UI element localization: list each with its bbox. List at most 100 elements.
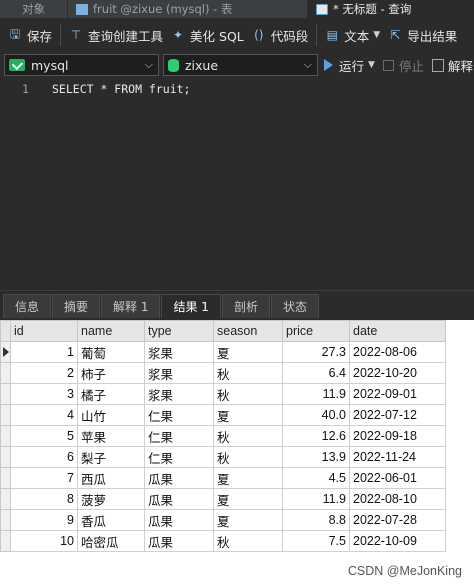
table-row[interactable]: 4 山竹 仁果夏 40.0 2022-07-12 bbox=[0, 404, 446, 426]
cell-season[interactable]: 秋 bbox=[213, 446, 283, 468]
column-header-date[interactable]: date bbox=[349, 320, 446, 342]
table-row[interactable]: 3 橘子 浆果秋 11.9 2022-09-01 bbox=[0, 383, 446, 405]
cell-price[interactable]: 13.9 bbox=[282, 446, 350, 468]
cell-name[interactable]: 梨子 bbox=[77, 446, 145, 468]
run-button[interactable]: 运行 ▼ bbox=[324, 56, 375, 75]
cell-name[interactable]: 苹果 bbox=[77, 425, 145, 447]
cell-id[interactable]: 6 bbox=[10, 446, 78, 468]
cell-type[interactable]: 浆果 bbox=[144, 341, 214, 363]
cell-type[interactable]: 瓜果 bbox=[144, 530, 214, 552]
cell-date[interactable]: 2022-06-01 bbox=[349, 467, 446, 489]
cell-price[interactable]: 7.5 bbox=[282, 530, 350, 552]
connection-select[interactable]: mysql ⌵ bbox=[4, 54, 159, 76]
cell-type[interactable]: 瓜果 bbox=[144, 467, 214, 489]
cell-season[interactable]: 秋 bbox=[213, 530, 283, 552]
cell-id[interactable]: 9 bbox=[10, 509, 78, 531]
row-indicator[interactable] bbox=[0, 509, 11, 531]
cell-price[interactable]: 40.0 bbox=[282, 404, 350, 426]
row-indicator[interactable] bbox=[0, 446, 11, 468]
cell-season[interactable]: 秋 bbox=[213, 425, 283, 447]
table-row[interactable]: 1 葡萄 浆果夏 27.3 2022-08-06 bbox=[0, 341, 446, 363]
cell-price[interactable]: 4.5 bbox=[282, 467, 350, 489]
cell-name[interactable]: 哈密瓜 bbox=[77, 530, 145, 552]
text-button[interactable]: ▤ 文本 ▼ bbox=[321, 22, 384, 48]
cell-season[interactable]: 夏 bbox=[213, 509, 283, 531]
table-row[interactable]: 8 菠萝 瓜果夏 11.9 2022-08-10 bbox=[0, 488, 446, 510]
cell-season[interactable]: 夏 bbox=[213, 488, 283, 510]
explain-button[interactable]: 解释 bbox=[431, 56, 473, 75]
cell-id[interactable]: 2 bbox=[10, 362, 78, 384]
row-indicator[interactable] bbox=[0, 362, 11, 384]
cell-date[interactable]: 2022-07-28 bbox=[349, 509, 446, 531]
cell-type[interactable]: 浆果 bbox=[144, 383, 214, 405]
row-indicator[interactable] bbox=[0, 425, 11, 447]
cell-id[interactable]: 1 bbox=[10, 341, 78, 363]
snippet-button[interactable]: () 代码段 bbox=[248, 22, 313, 48]
table-row[interactable]: 5 苹果 仁果秋 12.6 2022-09-18 bbox=[0, 425, 446, 447]
cell-date[interactable]: 2022-08-06 bbox=[349, 341, 446, 363]
cell-type[interactable]: 仁果 bbox=[144, 425, 214, 447]
cell-price[interactable]: 11.9 bbox=[282, 488, 350, 510]
cell-name[interactable]: 西瓜 bbox=[77, 467, 145, 489]
export-results-button[interactable]: ⇱ 导出结果 bbox=[384, 22, 461, 48]
cell-name[interactable]: 柿子 bbox=[77, 362, 145, 384]
table-row[interactable]: 6 梨子 仁果秋 13.9 2022-11-24 bbox=[0, 446, 446, 468]
cell-name[interactable]: 菠萝 bbox=[77, 488, 145, 510]
stop-button[interactable]: 停止 bbox=[382, 56, 424, 75]
cell-price[interactable]: 12.6 bbox=[282, 425, 350, 447]
database-select[interactable]: zixue ⌵ bbox=[163, 54, 318, 76]
cell-price[interactable]: 8.8 bbox=[282, 509, 350, 531]
cell-id[interactable]: 5 bbox=[10, 425, 78, 447]
cell-date[interactable]: 2022-11-24 bbox=[349, 446, 446, 468]
table-row[interactable]: 7 西瓜 瓜果夏 4.5 2022-06-01 bbox=[0, 467, 446, 489]
column-header-id[interactable]: id bbox=[10, 320, 78, 342]
cell-price[interactable]: 27.3 bbox=[282, 341, 350, 363]
sql-editor[interactable]: 1 SELECT * FROM fruit; bbox=[0, 78, 474, 288]
sql-text[interactable]: SELECT * FROM fruit; bbox=[52, 82, 190, 96]
tab-profile[interactable]: 剖析 bbox=[221, 294, 270, 318]
cell-name[interactable]: 葡萄 bbox=[77, 341, 145, 363]
cell-date[interactable]: 2022-09-01 bbox=[349, 383, 446, 405]
cell-date[interactable]: 2022-09-18 bbox=[349, 425, 446, 447]
cell-id[interactable]: 10 bbox=[10, 530, 78, 552]
column-header-name[interactable]: name bbox=[77, 320, 145, 342]
query-builder-button[interactable]: ⊤ 查询创建工具 bbox=[65, 22, 167, 48]
cell-date[interactable]: 2022-10-09 bbox=[349, 530, 446, 552]
cell-season[interactable]: 夏 bbox=[213, 467, 283, 489]
cell-name[interactable]: 橘子 bbox=[77, 383, 145, 405]
table-row[interactable]: 9 香瓜 瓜果夏 8.8 2022-07-28 bbox=[0, 509, 446, 531]
row-indicator[interactable] bbox=[0, 488, 11, 510]
cell-price[interactable]: 11.9 bbox=[282, 383, 350, 405]
tab-objects[interactable]: 对象 bbox=[0, 0, 68, 18]
tab-info[interactable]: 信息 bbox=[3, 294, 52, 318]
cell-type[interactable]: 瓜果 bbox=[144, 488, 214, 510]
row-indicator[interactable] bbox=[0, 467, 11, 489]
cell-id[interactable]: 8 bbox=[10, 488, 78, 510]
beautify-sql-button[interactable]: ✦ 美化 SQL bbox=[167, 22, 248, 48]
cell-id[interactable]: 7 bbox=[10, 467, 78, 489]
row-indicator[interactable] bbox=[0, 530, 11, 552]
cell-type[interactable]: 瓜果 bbox=[144, 509, 214, 531]
row-indicator[interactable] bbox=[0, 383, 11, 405]
tab-explain[interactable]: 解释 1 bbox=[101, 294, 161, 318]
save-button[interactable]: 🖫 保存 bbox=[4, 22, 56, 48]
cell-season[interactable]: 夏 bbox=[213, 341, 283, 363]
column-header-season[interactable]: season bbox=[213, 320, 283, 342]
tab-status[interactable]: 状态 bbox=[270, 294, 319, 318]
cell-season[interactable]: 夏 bbox=[213, 404, 283, 426]
cell-season[interactable]: 秋 bbox=[213, 362, 283, 384]
tab-summary[interactable]: 摘要 bbox=[52, 294, 101, 318]
tab-fruit-table[interactable]: fruit @zixue (mysql) - 表 bbox=[68, 0, 308, 18]
table-row[interactable]: 10 哈密瓜 瓜果秋 7.5 2022-10-09 bbox=[0, 530, 446, 552]
cell-date[interactable]: 2022-08-10 bbox=[349, 488, 446, 510]
cell-type[interactable]: 仁果 bbox=[144, 404, 214, 426]
results-grid[interactable]: id name type season price date 1 葡萄 浆果夏 27.… bbox=[0, 320, 474, 560]
cell-season[interactable]: 秋 bbox=[213, 383, 283, 405]
cell-name[interactable]: 山竹 bbox=[77, 404, 145, 426]
row-indicator[interactable] bbox=[0, 404, 11, 426]
table-row[interactable]: 2 柿子 浆果秋 6.4 2022-10-20 bbox=[0, 362, 446, 384]
cell-id[interactable]: 3 bbox=[10, 383, 78, 405]
column-header-type[interactable]: type bbox=[144, 320, 214, 342]
cell-price[interactable]: 6.4 bbox=[282, 362, 350, 384]
column-header-price[interactable]: price bbox=[282, 320, 350, 342]
